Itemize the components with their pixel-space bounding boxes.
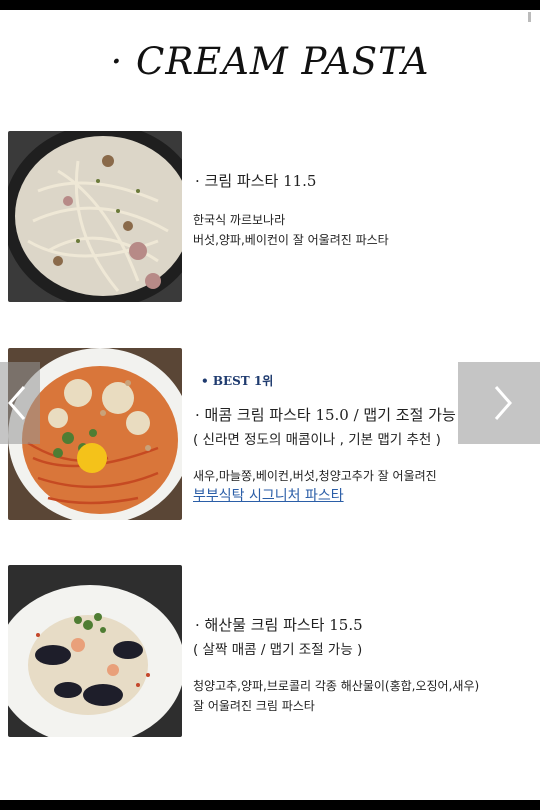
desc-line: 잘 어울려진 크림 파스타 <box>193 699 315 713</box>
item-spicy-cream-pasta-note: ( 신라면 정도의 매콤이나 , 기본 맵기 추천 ) <box>193 432 441 448</box>
item-seafood-cream-pasta-note: ( 살짝 매콤 / 맵기 조절 가능 ) <box>193 642 363 658</box>
cream-pasta-photo <box>8 131 182 302</box>
item-cream-pasta-desc: 한국식 까르보나라 버섯,양파,베이컨이 잘 어울려진 파스타 <box>193 210 389 250</box>
chevron-right-icon <box>494 386 512 420</box>
desc-line: 한국식 까르보나라 <box>193 213 286 227</box>
chevron-left-icon <box>8 386 26 420</box>
desc-line: 버섯,양파,베이컨이 잘 어울려진 파스타 <box>193 233 389 247</box>
bottom-bar <box>0 800 540 810</box>
best-badge: • BEST 1위 <box>201 374 274 388</box>
item-seafood-cream-pasta-name: · 해산물 크림 파스타 15.5 <box>195 616 363 634</box>
desc-line: 청양고추,양파,브로콜리 각종 해산물이(홍합,오징어,새우) <box>193 679 480 693</box>
item-spicy-cream-pasta-name: · 매콤 크림 파스타 15.0 / 맵기 조절 가능 <box>195 406 456 424</box>
seafood-cream-pasta-photo <box>8 565 182 737</box>
desc-line: 새우,마늘쫑,베이컨,버섯,청양고추가 잘 어울려진 <box>193 469 437 483</box>
item-seafood-cream-pasta-desc: 청양고추,양파,브로콜리 각종 해산물이(홍합,오징어,새우) 잘 어울려진 크… <box>193 676 479 716</box>
item-spicy-cream-pasta-desc: 새우,마늘쫑,베이컨,버섯,청양고추가 잘 어울려진 부부식탁 시그니처 파스타 <box>193 466 437 506</box>
scroll-indicator <box>528 12 531 22</box>
item-cream-pasta-name: · 크림 파스타 11.5 <box>195 172 317 190</box>
next-button[interactable] <box>458 362 540 444</box>
page-title: · CREAM PASTA <box>110 40 430 83</box>
status-bar <box>0 0 540 10</box>
prev-button[interactable] <box>0 362 40 444</box>
signature-pasta-link[interactable]: 부부식탁 시그니처 파스타 <box>193 486 437 506</box>
